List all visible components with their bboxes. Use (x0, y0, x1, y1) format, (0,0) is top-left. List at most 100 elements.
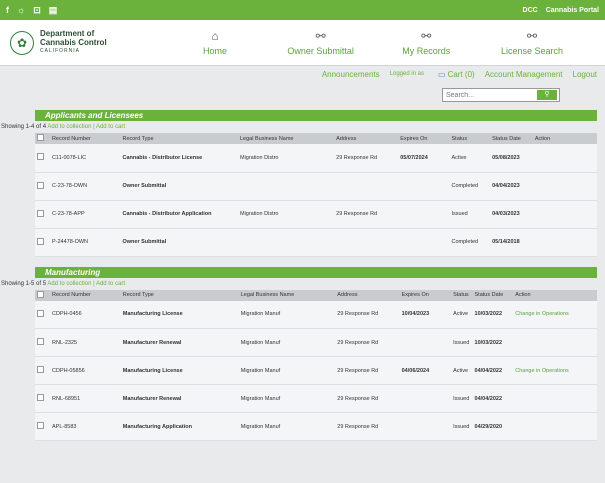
status-date: 05/14/2018 (492, 239, 520, 245)
dcc-link[interactable]: DCC (523, 7, 538, 14)
col-expires-on[interactable]: Expires On (400, 290, 451, 301)
weather-icon[interactable]: ☼ (17, 5, 25, 15)
col-address[interactable]: Address (335, 290, 399, 301)
add-links[interactable]: Add to collection | Add to cart (47, 124, 125, 130)
record-number[interactable]: RNL-2325 (50, 329, 121, 357)
col-record-number[interactable]: Record Number (50, 133, 121, 144)
row-checkbox[interactable] (37, 422, 44, 429)
action-link[interactable] (533, 200, 597, 228)
business-name: Migration Manuf (240, 367, 281, 374)
row-checkbox[interactable] (37, 181, 44, 189)
col-record-type[interactable]: Record Type (121, 290, 239, 301)
row-checkbox[interactable] (37, 209, 44, 217)
dcc-logo[interactable]: ✿ Department of Cannabis Control CALIFOR… (10, 30, 160, 55)
record-number[interactable]: APL-8583 (50, 413, 121, 441)
menu-icon[interactable]: ▤ (49, 5, 58, 16)
action-link[interactable] (513, 329, 597, 357)
expires-on (400, 385, 451, 413)
col-expires-on[interactable]: Expires On (398, 133, 449, 144)
record-type: Manufacturer Renewal (122, 395, 182, 402)
business-name: Migration Manuf (240, 311, 281, 318)
col-status-date[interactable]: Status Date (490, 133, 533, 144)
search-button[interactable]: ⚲ (537, 90, 557, 100)
network-icon: ⚯ (315, 29, 326, 43)
address: 29 Response Rd (337, 367, 379, 374)
nav-my-records[interactable]: ⚯ My Records (381, 29, 471, 56)
record-number[interactable]: C11-0078-LIC (50, 144, 121, 172)
row-checkbox[interactable] (37, 309, 44, 317)
table-row: RNL-2325 Manufacturer Renewal Migration … (35, 328, 597, 357)
logged-in-text: Logged in as (389, 71, 425, 77)
search-input[interactable] (443, 89, 537, 101)
record-number[interactable]: C-23-78-APP (50, 200, 121, 228)
row-checkbox[interactable] (37, 394, 44, 401)
manufacturing-section: Manufacturing Showing 1-5 of 5 Add to co… (1, 266, 597, 442)
select-all-checkbox[interactable] (37, 290, 44, 298)
nav-owner-submittal[interactable]: ⚯ Owner Submittal (276, 29, 366, 56)
row-checkbox[interactable] (37, 153, 44, 161)
col-address[interactable]: Address (334, 133, 398, 144)
record-number[interactable]: CDPH-05856 (50, 357, 121, 385)
add-links[interactable]: Add to collection | Add to cart (47, 281, 125, 287)
col-action[interactable]: Action (513, 290, 597, 301)
col-record-number[interactable]: Record Number (50, 290, 121, 301)
table-header: Record Number Record Type Legal Business… (35, 133, 597, 144)
record-number[interactable]: C-23-78-OWN (50, 172, 121, 200)
network-icon: ⚯ (421, 29, 432, 43)
action-link[interactable] (513, 413, 597, 441)
status-date: 10/03/2022 (474, 339, 503, 346)
applicants-table: Record Number Record Type Legal Business… (35, 133, 597, 257)
showing-count: Showing 1-4 of 4 (1, 124, 47, 130)
select-all-checkbox[interactable] (37, 134, 44, 141)
col-legal-business-name[interactable]: Legal Business Name (238, 133, 334, 144)
manufacturing-table: Record Number Record Type Legal Business… (35, 289, 597, 442)
table-row: C-23-78-OWN Owner Submittal Completed 04… (35, 172, 597, 200)
row-checkbox[interactable] (37, 237, 44, 245)
action-link[interactable] (513, 385, 597, 413)
address: 29 Response Rd (336, 211, 378, 217)
record-number[interactable]: P-24478-OWN (50, 228, 121, 256)
announcements-link[interactable]: Announcements (322, 70, 380, 79)
facebook-icon[interactable]: f (6, 5, 9, 15)
col-record-type[interactable]: Record Type (120, 133, 238, 144)
cannabis-portal-link[interactable]: Cannabis Portal (546, 7, 599, 14)
row-checkbox[interactable] (37, 366, 44, 373)
business-name (238, 172, 334, 200)
change-in-operations-link[interactable]: Change in Operations (513, 357, 597, 385)
record-type: Cannabis - Distributor License (122, 154, 203, 161)
status: Active (453, 367, 469, 374)
window-icon[interactable]: ⊡ (33, 5, 41, 16)
record-type: Owner Submittal (122, 183, 167, 189)
action-link[interactable] (533, 144, 597, 172)
status: Issued (453, 395, 470, 402)
action-link[interactable] (533, 228, 597, 256)
action-link[interactable] (533, 172, 597, 200)
col-action[interactable]: Action (533, 133, 597, 144)
col-legal-business-name[interactable]: Legal Business Name (239, 290, 336, 301)
logout-link[interactable]: Logout (573, 70, 597, 79)
status-date: 04/29/2020 (474, 423, 503, 430)
section-title: Applicants and Licensees (35, 110, 597, 121)
col-status-date[interactable]: Status Date (473, 290, 514, 301)
leaf-icon: ✿ (10, 30, 34, 55)
expires-on (398, 200, 449, 228)
nav-license-search[interactable]: ⚯ License Search (487, 29, 577, 56)
network-icon: ⚯ (526, 29, 537, 43)
col-status[interactable]: Status (450, 133, 491, 144)
record-number[interactable]: RNL-68951 (50, 385, 121, 413)
cart-icon[interactable]: ▭ (438, 70, 446, 79)
col-status[interactable]: Status (451, 290, 472, 301)
row-checkbox[interactable] (37, 338, 44, 345)
nav-home[interactable]: ⌂ Home (170, 29, 260, 56)
business-name: Migration Distro (239, 154, 279, 161)
record-number[interactable]: CDPH-0456 (50, 301, 121, 329)
expires-on (400, 413, 451, 441)
cart-link[interactable]: Cart (0) (448, 70, 475, 79)
table-row: P-24478-OWN Owner Submittal Completed 05… (35, 228, 597, 256)
account-management-link[interactable]: Account Management (485, 70, 563, 79)
record-type: Manufacturing License (122, 367, 183, 374)
expires-on: 05/07/2024 (400, 154, 428, 161)
status-date: 05/08/2023 (492, 154, 520, 161)
change-in-operations-link[interactable]: Change in Operations (513, 301, 597, 329)
home-icon: ⌂ (211, 29, 219, 43)
